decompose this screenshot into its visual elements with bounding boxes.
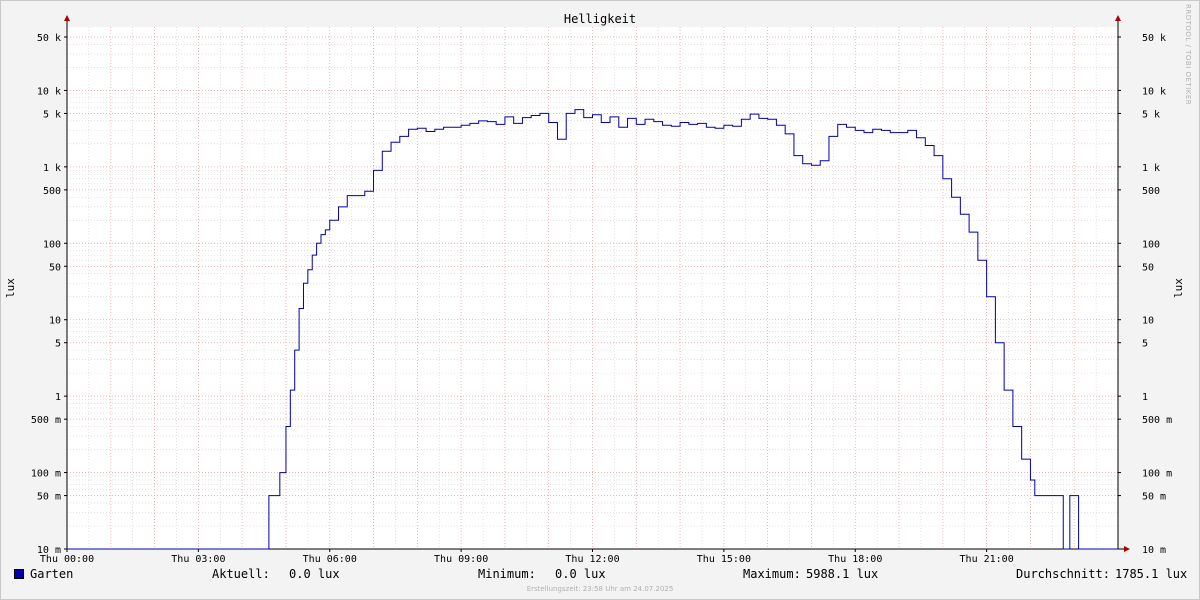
y-tick-label-left: 50 k: [37, 33, 61, 44]
y-tick-label-left: 5 k: [43, 109, 61, 120]
stat-maximum-value: 5988.1 lux: [806, 567, 879, 581]
y-tick-label-right: 50: [1142, 262, 1154, 273]
y-tick-label-left: 100: [43, 239, 61, 250]
y-tick-label-left: 50: [49, 262, 61, 273]
y-tick-label-right: 10 k: [1142, 86, 1166, 97]
y-tick-label-left: 50 m: [37, 492, 61, 503]
y-tick-label-left: 5: [55, 339, 61, 350]
stat-minimum-value: 0.0 lux: [555, 567, 606, 581]
y-tick-label-right: 5: [1142, 339, 1148, 350]
x-tick-label: Thu 00:00: [40, 554, 94, 565]
x-tick-label: Thu 12:00: [565, 554, 619, 565]
y-tick-label-left: 10 k: [37, 86, 61, 97]
y-axis-arrow-right: [1115, 15, 1121, 21]
stat-aktuell-label: Aktuell:: [212, 567, 270, 581]
y-tick-label-right: 50 m: [1142, 492, 1166, 503]
y-tick-label-right: 100 m: [1142, 469, 1172, 480]
chart-title: Helligkeit: [564, 12, 636, 26]
x-axis-arrow: [1124, 546, 1130, 552]
stat-durchschnitt-value: 1785.1 lux: [1115, 567, 1188, 581]
y-tick-label-right: 10 m: [1142, 545, 1166, 556]
y-tick-label-left: 1: [55, 392, 61, 403]
y-tick-label-right: 50 k: [1142, 33, 1166, 44]
stat-minimum-label: Minimum:: [478, 567, 536, 581]
y-tick-label-left: 500 m: [31, 415, 61, 426]
stat-aktuell-value: 0.0 lux: [289, 567, 340, 581]
y-tick-label-right: 100: [1142, 239, 1160, 250]
y-axis-label-right: lux: [1172, 278, 1185, 298]
x-tick-label: Thu 21:00: [960, 554, 1014, 565]
x-tick-label: Thu 09:00: [434, 554, 488, 565]
legend-series-name: Garten: [30, 567, 74, 581]
x-tick-label: Thu 03:00: [171, 554, 225, 565]
y-tick-label-right: 1: [1142, 392, 1148, 403]
y-tick-label-left: 10: [49, 316, 61, 327]
stat-durchschnitt-label: Durchschnitt:: [1016, 567, 1110, 581]
y-axis-arrow-left: [64, 15, 70, 21]
y-tick-label-left: 500: [43, 186, 61, 197]
y-tick-label-left: 100 m: [31, 469, 61, 480]
x-tick-label: Thu 06:00: [303, 554, 357, 565]
legend-swatch: [14, 569, 24, 579]
y-axis-label-left: lux: [4, 278, 17, 298]
stat-maximum-label: Maximum:: [743, 567, 801, 581]
y-tick-label-right: 500: [1142, 186, 1160, 197]
y-tick-label-right: 10: [1142, 316, 1154, 327]
watermark: RRDTOOL / TOBI OETIKER: [1184, 4, 1192, 106]
y-tick-label-right: 5 k: [1142, 109, 1160, 120]
x-tick-label: Thu 18:00: [828, 554, 882, 565]
x-tick-label: Thu 15:00: [697, 554, 751, 565]
y-tick-label-right: 500 m: [1142, 415, 1172, 426]
chart-svg: 50 k 50 k 10 k 10 k 5 k 5 k 1 k 1 k 500 500 100 100…: [4, 12, 1185, 565]
y-tick-label-right: 1 k: [1142, 163, 1160, 174]
legend: Garten Aktuell: 0.0 lux Minimum: 0.0 lux…: [0, 567, 1200, 585]
footer-creation-time: Erstellungszeit: 23:58 Uhr am 24.07.2025: [526, 585, 674, 593]
y-tick-label-left: 1 k: [43, 163, 61, 174]
